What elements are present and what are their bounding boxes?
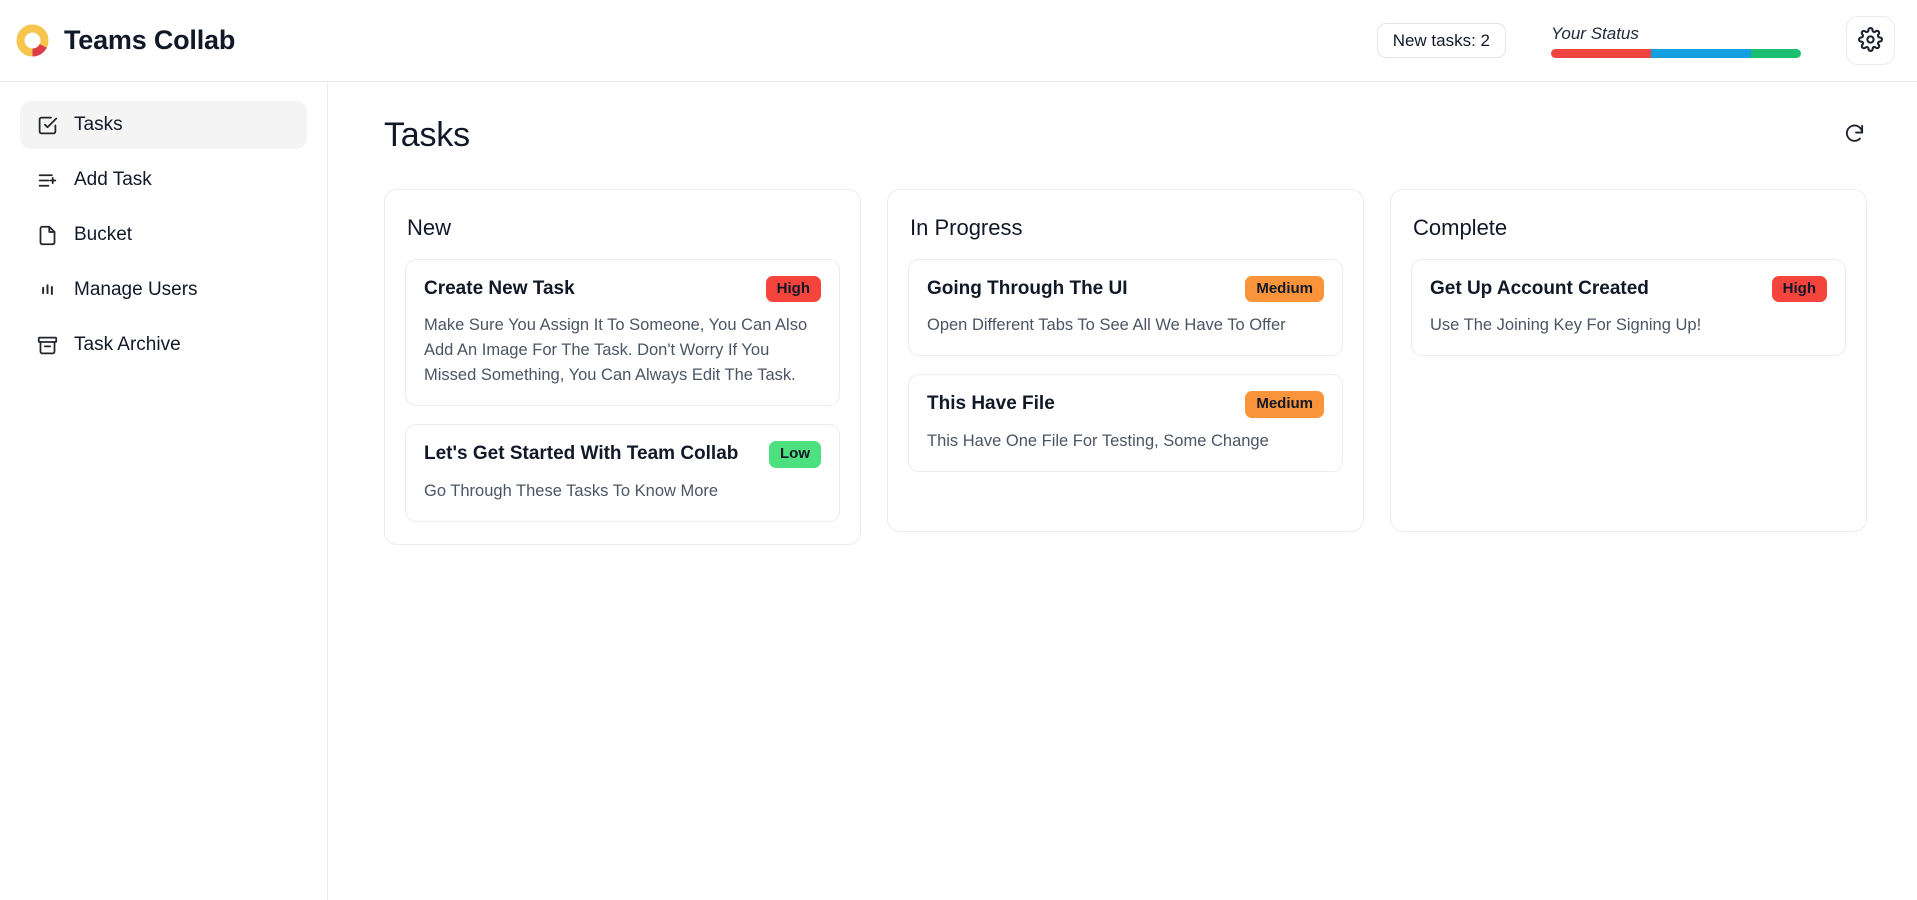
sidebar-item-manage-users[interactable]: Manage Users [20,266,307,314]
board-column-new: New Create New Task High Make Sure You A… [384,189,861,545]
task-card-header: This Have File Medium [927,391,1324,418]
task-card[interactable]: Create New Task High Make Sure You Assig… [405,259,840,407]
task-title: Create New Task [424,277,575,299]
app-title: Teams Collab [64,25,236,55]
task-description: Open Different Tabs To See All We Have T… [927,316,1286,335]
sidebar-item-label: Manage Users [74,279,198,300]
task-description: Go Through These Tasks To Know More [424,481,719,500]
app-header: Teams Collab New tasks: 2 Your Status [0,0,1917,82]
refresh-cw-icon [1843,122,1866,148]
task-title: Get Up Account Created [1430,277,1649,299]
task-title: Let's Get Started With Team Collab [424,443,739,465]
check-square-icon [36,114,58,136]
column-title: Complete [1413,215,1508,240]
donut-ring-logo-icon [16,24,49,57]
archive-icon [36,334,58,356]
sidebar-item-label: Tasks [74,114,123,135]
status-segment-green [1751,49,1801,58]
column-title: New [407,215,452,240]
sidebar-item-task-archive[interactable]: Task Archive [20,321,307,369]
task-title: This Have File [927,393,1055,415]
sidebar-item-label: Add Task [74,169,152,190]
sidebar-item-add-task[interactable]: Add Task [20,156,307,204]
priority-badge-medium: Medium [1245,276,1324,303]
priority-badge-medium: Medium [1245,391,1324,418]
main-header-row: Tasks [360,104,1889,166]
header-right-group: New tasks: 2 Your Status [1376,16,1895,65]
board-column-in-progress: In Progress Going Through The UI Medium … [887,189,1364,532]
kanban-board: New Create New Task High Make Sure You A… [360,166,1889,545]
sidebar: Tasks Add Task Bucket Manage Users Task … [0,82,328,900]
your-status-block: Your Status [1551,23,1801,58]
refresh-button[interactable] [1837,118,1871,152]
sidebar-item-tasks[interactable]: Tasks [20,101,307,149]
list-plus-icon [36,169,58,191]
audio-lines-icon [36,279,58,301]
brand: Teams Collab [16,24,235,57]
your-status-label: Your Status [1551,24,1639,43]
main-content: Tasks New Create New Task High Make Sure… [328,82,1917,900]
task-card-header: Going Through The UI Medium [927,276,1324,303]
task-card-header: Create New Task High [424,276,821,303]
page-title: Tasks [384,115,470,154]
priority-badge-high: High [1771,276,1827,303]
sidebar-item-label: Task Archive [74,334,181,355]
task-card-header: Get Up Account Created High [1430,276,1827,303]
status-segment-red [1551,49,1651,58]
column-title: In Progress [910,215,1023,240]
task-card[interactable]: Let's Get Started With Team Collab Low G… [405,424,840,522]
task-card[interactable]: Get Up Account Created High Use The Join… [1411,259,1846,357]
settings-button[interactable] [1846,16,1895,65]
status-progress-bar [1551,49,1801,58]
task-card[interactable]: This Have File Medium This Have One File… [908,374,1343,472]
gear-icon [1858,26,1883,55]
status-segment-blue [1651,49,1751,58]
task-description: Make Sure You Assign It To Someone, You … [424,316,808,385]
sidebar-item-bucket[interactable]: Bucket [20,211,307,259]
task-title: Going Through The UI [927,277,1128,299]
task-card[interactable]: Going Through The UI Medium Open Differe… [908,259,1343,357]
sidebar-item-label: Bucket [74,224,133,245]
task-card-header: Let's Get Started With Team Collab Low [424,441,821,468]
task-description: Use The Joining Key For Signing Up! [1430,316,1702,335]
priority-badge-low: Low [769,441,821,468]
new-tasks-badge[interactable]: New tasks: 2 [1376,23,1506,58]
board-column-complete: Complete Get Up Account Created High Use… [1390,189,1867,532]
priority-badge-high: High [765,276,821,303]
app-body: Tasks Add Task Bucket Manage Users Task … [0,82,1917,900]
task-description: This Have One File For Testing, Some Cha… [927,431,1269,450]
file-icon [36,224,58,246]
